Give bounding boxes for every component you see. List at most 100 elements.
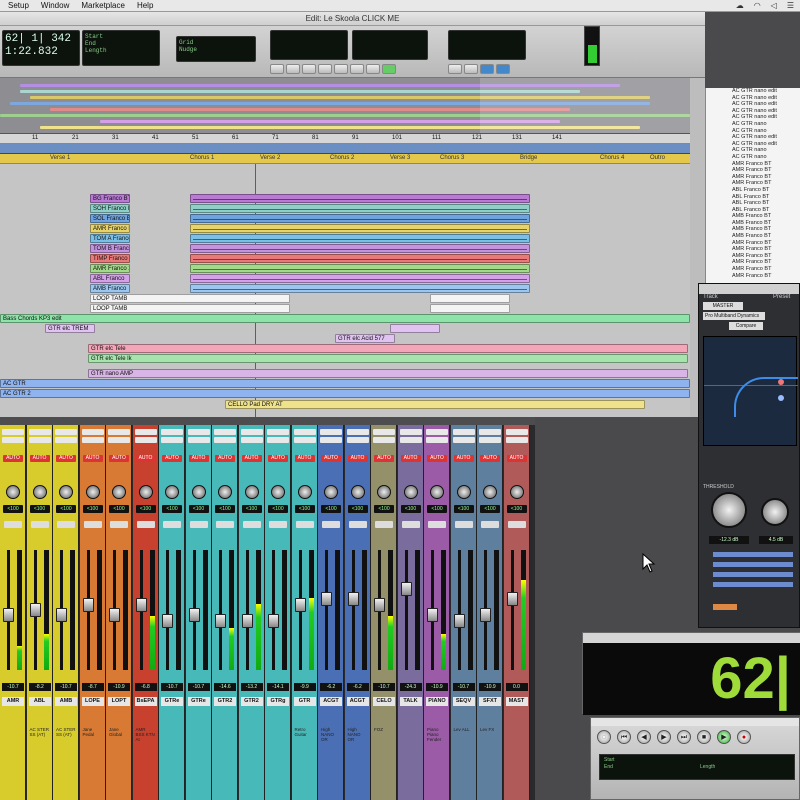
loop-button[interactable] <box>382 64 396 74</box>
channel-comment[interactable] <box>399 725 423 800</box>
automation-mode-button[interactable]: AUTO <box>400 455 421 462</box>
marker-label[interactable]: Chorus 2 <box>330 155 354 161</box>
pan-knob[interactable] <box>59 485 73 499</box>
output-selector[interactable] <box>187 437 210 443</box>
insert-slot[interactable] <box>163 521 181 528</box>
clip[interactable]: AMR Franco BT <box>90 224 130 233</box>
clip[interactable]: AMB Franco <box>90 284 130 293</box>
cloud-icon[interactable]: ☁ <box>736 1 744 10</box>
mixer-channel-strip[interactable]: AUTO <100 -10.7 AMR <box>0 425 26 800</box>
channel-comment[interactable] <box>505 725 529 800</box>
clip[interactable]: Bass Chords KP3 edit <box>0 314 690 323</box>
marker-label[interactable]: Chorus 3 <box>440 155 464 161</box>
input-selector[interactable] <box>346 429 369 435</box>
fader-cap[interactable] <box>453 613 465 628</box>
output-selector[interactable] <box>28 437 51 443</box>
fader-cap[interactable] <box>294 597 306 612</box>
pan-knob[interactable] <box>244 485 259 499</box>
pan-knob[interactable] <box>377 485 391 499</box>
automation-mode-button[interactable]: AUTO <box>347 455 368 462</box>
clip[interactable] <box>190 204 530 213</box>
output-selector[interactable] <box>240 437 263 443</box>
grid-nudge-display[interactable]: Grid Nudge <box>176 36 256 62</box>
rewind-icon[interactable]: ◀ <box>637 730 651 744</box>
fader-cap[interactable] <box>506 592 518 607</box>
channel-comment[interactable]: Jane Global <box>107 725 131 800</box>
clip[interactable]: GTR elc Acid 577 <box>335 334 395 343</box>
input-selector[interactable] <box>161 429 183 435</box>
pan-knob[interactable] <box>165 485 179 499</box>
pan-knob[interactable] <box>483 485 497 499</box>
fader-cap[interactable] <box>188 608 200 623</box>
transport-counters[interactable]: Start End Length <box>599 754 795 780</box>
clip[interactable]: AC GTR 2 <box>0 389 690 398</box>
return-to-zero-icon[interactable]: ⏮ <box>617 730 631 744</box>
mixer-channel-strip[interactable]: AUTO <100 -10.9 SFXT Lev FX <box>477 425 503 800</box>
output-selector[interactable] <box>399 437 422 443</box>
insert-slot[interactable] <box>295 521 314 528</box>
selection-display[interactable]: Start End Length <box>82 30 160 66</box>
pan-knob[interactable] <box>85 485 100 499</box>
insert-slot[interactable] <box>481 521 499 528</box>
fader-cap[interactable] <box>268 613 279 628</box>
click-button[interactable] <box>480 64 494 74</box>
channel-comment[interactable]: AMR BSS KTN At <box>134 725 158 800</box>
clip-list-item[interactable]: AC GTR nano <box>706 121 800 128</box>
clip[interactable] <box>390 324 440 333</box>
clip-list-item[interactable]: AMB Franco BT <box>706 233 800 240</box>
mixer-channel-strip[interactable]: AUTO <100 -10.7 AMB AC STER SS (AT) <box>53 425 79 800</box>
channel-comment[interactable]: Lev FX <box>478 725 502 800</box>
insert-slot[interactable] <box>348 521 367 528</box>
fader-cap[interactable] <box>162 613 173 628</box>
clip[interactable]: ABL Franco <box>90 274 130 283</box>
clip[interactable] <box>190 264 530 273</box>
channel-name[interactable]: ACGT <box>346 697 369 706</box>
mixer-channel-strip[interactable]: AUTO <100 0.0 MAST <box>503 425 530 800</box>
fader-cap[interactable] <box>321 592 332 607</box>
record-icon[interactable]: ● <box>737 730 751 744</box>
insert-slot[interactable] <box>454 521 473 528</box>
input-selector[interactable] <box>479 429 501 435</box>
marker-label[interactable]: Chorus 4 <box>600 155 624 161</box>
fader-cap[interactable] <box>215 613 226 628</box>
insert-slot[interactable] <box>428 521 446 528</box>
pan-knob[interactable] <box>403 485 418 499</box>
channel-comment[interactable]: AC STER SS (AT) <box>54 725 78 800</box>
mixer-channel-strip[interactable]: AUTO <100 -9.9 GTR Retro Guitar <box>291 425 318 800</box>
input-selector[interactable] <box>293 429 316 435</box>
clip-list-item[interactable]: AMR Franco BT <box>706 259 800 266</box>
input-selector[interactable] <box>505 429 528 435</box>
main-counter[interactable]: 62| 1| 342 1:22.832 <box>2 30 80 66</box>
channel-name[interactable]: SFXT <box>479 697 501 706</box>
clip-list[interactable]: AC GTR nano edit AC GTR nano edit AC GTR n… <box>705 88 800 283</box>
clip[interactable]: CELLO Pad DRY AT <box>225 400 645 409</box>
automation-mode-button[interactable]: AUTO <box>321 455 341 462</box>
output-selector[interactable] <box>55 437 77 443</box>
insert-slot[interactable] <box>269 521 287 528</box>
clip-list-item[interactable]: AC GTR nano edit <box>706 141 800 148</box>
fader-cap[interactable] <box>374 597 385 612</box>
insert-slot[interactable] <box>30 521 49 528</box>
output-selector[interactable] <box>293 437 316 443</box>
pan-knob[interactable] <box>191 485 206 499</box>
mixer-channel-strip[interactable]: AUTO <100 -14.1 GTRg <box>265 425 291 800</box>
fader-cap[interactable] <box>56 608 67 623</box>
clip-list-item[interactable]: AC GTR nano <box>706 128 800 135</box>
channel-name[interactable]: BsEPA <box>134 697 157 706</box>
clip[interactable] <box>190 274 530 283</box>
mixer-channel-strip[interactable]: AUTO <100 -8.2 ABL AC STER SS (AT) <box>26 425 53 800</box>
automation-mode-button[interactable]: AUTO <box>3 455 23 462</box>
output-selector[interactable] <box>505 437 528 443</box>
mixer-channel-strip[interactable]: AUTO <100 -10.9 PIANO Piano Piano Fender <box>424 425 450 800</box>
output-selector[interactable] <box>134 437 157 443</box>
automation-mode-button[interactable]: AUTO <box>480 455 500 462</box>
channel-name[interactable]: GTRe <box>187 697 210 706</box>
clip[interactable] <box>430 294 510 303</box>
universe-overview[interactable] <box>0 78 690 134</box>
pre-roll-display[interactable] <box>352 30 428 60</box>
automation-mode-button[interactable]: AUTO <box>427 455 447 462</box>
channel-name[interactable]: GTR2 <box>240 697 263 706</box>
conductor-button[interactable] <box>496 64 510 74</box>
clip-list-item[interactable]: AMR Franco BT <box>706 174 800 181</box>
input-selector[interactable] <box>55 429 77 435</box>
